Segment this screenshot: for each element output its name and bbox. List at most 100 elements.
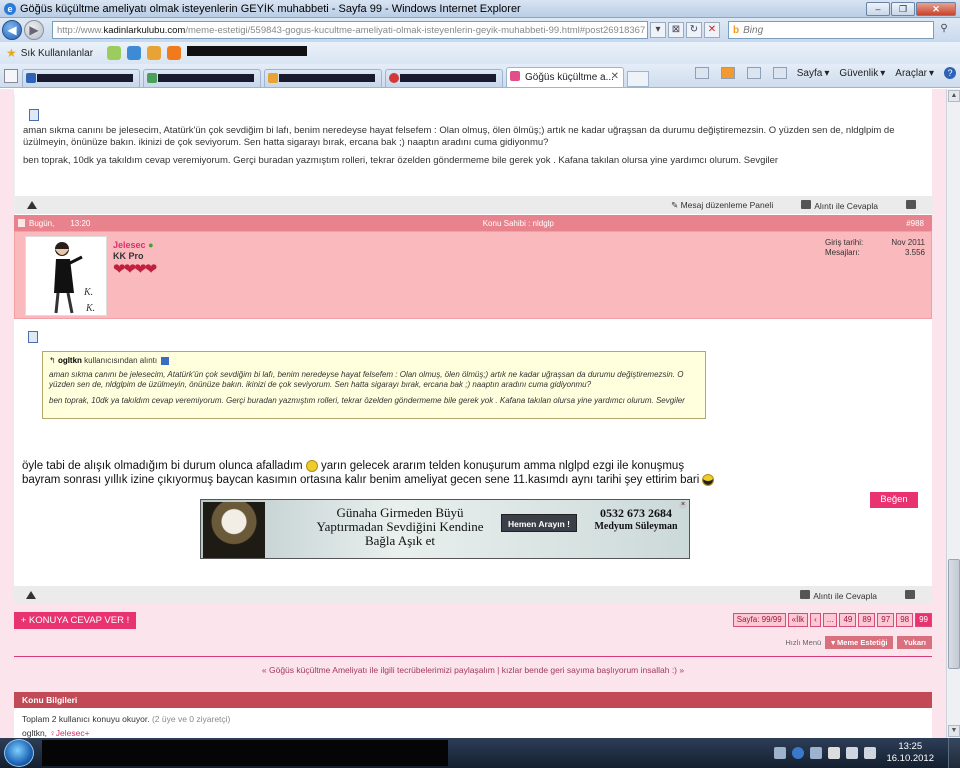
redacted-favorite[interactable] xyxy=(187,46,308,56)
post-time: 13:20 xyxy=(70,218,91,228)
network-icon[interactable] xyxy=(846,747,859,759)
quote-author[interactable]: ogltkn xyxy=(58,356,82,365)
refresh-icon[interactable]: ↻ xyxy=(686,22,702,38)
ad-phone: 0532 673 2684 xyxy=(600,506,672,520)
username[interactable]: Jelesec ● xyxy=(113,240,154,250)
post-message: öyle tabi de alışık olmadığım bi durum o… xyxy=(22,459,922,487)
pager-item[interactable]: ‹ xyxy=(810,613,821,627)
reader-user-1[interactable]: ogltkn, xyxy=(22,728,47,738)
message-line-2: bayram sonrası yıllık izine çıkıyormuş b… xyxy=(22,474,703,486)
flag-icon[interactable] xyxy=(828,747,841,759)
maximize-button[interactable]: ❐ xyxy=(891,1,915,16)
tab-active[interactable]: Göğüs küçültme a... ✕ xyxy=(506,67,624,87)
tray-icon-1[interactable] xyxy=(774,747,787,759)
volume-icon[interactable] xyxy=(864,747,877,759)
avatar[interactable]: K. K. xyxy=(25,236,107,316)
ad-call-button[interactable]: Hemen Arayın ! xyxy=(501,514,577,532)
minimize-button[interactable]: – xyxy=(866,1,890,16)
close-tab-icon[interactable]: ✕ xyxy=(611,71,619,82)
multi-quote-icon[interactable] xyxy=(906,199,919,211)
svg-text:K.: K. xyxy=(83,287,93,298)
pager-item[interactable]: 89 xyxy=(858,613,876,627)
vertical-scrollbar[interactable]: ▲ ▼ xyxy=(946,89,960,738)
print-icon[interactable] xyxy=(772,67,787,79)
message-line-1a: öyle tabi de alışık olmadığım bi durum o… xyxy=(22,460,306,472)
tray-icon-3[interactable] xyxy=(810,747,823,759)
scroll-down-icon[interactable]: ▼ xyxy=(948,725,960,737)
compat-view-icon[interactable]: ⊠ xyxy=(668,22,684,38)
tab-redacted-2[interactable] xyxy=(143,69,261,87)
help-tray-icon[interactable] xyxy=(792,747,805,759)
forward-button[interactable]: ▶ xyxy=(24,20,44,40)
scroll-up-icon[interactable]: ▲ xyxy=(948,90,960,102)
blogger-icon[interactable] xyxy=(167,46,182,60)
favorites-label[interactable]: Sık Kullanılanlar xyxy=(21,48,93,59)
add-favorite-icon[interactable] xyxy=(107,46,122,60)
post-previous-text-1: aman sıkma canını be jelesecim, Atatürk'… xyxy=(23,125,895,148)
edit-panel-link[interactable]: ✎ Mesaj düzenleme Paneli xyxy=(671,200,787,211)
like-button[interactable]: Beğen xyxy=(870,492,918,508)
help-icon[interactable]: ? xyxy=(944,67,956,79)
post-number[interactable]: #988 xyxy=(906,219,924,228)
pager-item[interactable]: 99 xyxy=(915,613,932,627)
quick-nav: Hızlı Menü ▾ Meme Estetiği Yukarı xyxy=(785,636,932,649)
quote-reply-link[interactable]: Alıntı ile Cevapla xyxy=(801,199,892,211)
stop-icon[interactable]: ✕ xyxy=(704,22,720,38)
post-current-footer: Alıntı ile Cevapla xyxy=(14,586,932,604)
mail-icon[interactable] xyxy=(746,67,761,79)
quote-icon xyxy=(800,589,811,599)
quick-tabs-icon[interactable] xyxy=(4,69,18,83)
ad-close-icon[interactable]: × xyxy=(679,501,687,509)
pager-item[interactable]: Sayfa: 99/99 xyxy=(732,613,786,627)
report-icon[interactable] xyxy=(27,201,37,209)
ad-banner[interactable]: Günaha Girmeden Büyü Yaptırmadan Sevdiği… xyxy=(200,499,690,559)
scroll-thumb[interactable] xyxy=(948,559,960,669)
quick-nav-forum[interactable]: ▾ Meme Estetiği xyxy=(825,636,894,649)
tab-redacted-1[interactable] xyxy=(22,69,140,87)
pager-item[interactable]: 49 xyxy=(839,613,857,627)
pager-item[interactable]: «İlk xyxy=(787,613,809,627)
tab-bar: Göğüs küçültme a... ✕ Sayfa ▾ Güvenlik ▾ Ar… xyxy=(0,64,960,88)
confused-smiley-icon xyxy=(305,459,318,472)
report-icon[interactable] xyxy=(26,591,36,599)
close-button[interactable]: ✕ xyxy=(916,1,956,16)
cool-smiley-icon xyxy=(702,473,715,486)
bing-icon: b xyxy=(733,24,740,36)
address-field[interactable]: http://www. kadinlarkulubu.com/meme-estet… xyxy=(52,21,648,39)
readers-count: Toplam 2 kullanıcı konuyu okuyor. xyxy=(22,714,150,724)
quick-nav-top[interactable]: Yukarı xyxy=(897,636,932,649)
show-desktop-button[interactable] xyxy=(948,738,960,768)
menu-araclar[interactable]: Araçlar xyxy=(895,68,927,79)
home-icon[interactable] xyxy=(694,67,709,79)
clock[interactable]: 13:25 16.10.2012 xyxy=(886,741,934,765)
search-field[interactable]: b Bing xyxy=(728,21,934,39)
search-icon[interactable]: ⚲ xyxy=(936,22,952,38)
quote-reply-link[interactable]: Alıntı ile Cevapla xyxy=(800,589,891,601)
next-thread-link[interactable]: kızlar bende geri sayıma başlıyorum insa… xyxy=(502,665,684,675)
pager-item[interactable]: 98 xyxy=(896,613,914,627)
feeds-icon[interactable] xyxy=(720,67,735,79)
favorites-star-icon[interactable]: ★ xyxy=(6,46,17,60)
msn-icon[interactable] xyxy=(147,46,162,60)
tab-redacted-3[interactable] xyxy=(264,69,382,87)
menu-sayfa[interactable]: Sayfa xyxy=(797,68,823,79)
quote-text-2: ben toprak, 10dk ya takıldım cevap verem… xyxy=(49,396,685,405)
join-date-label: Giriş tarihi: xyxy=(825,238,864,247)
address-path: /meme-estetigi/559843-gogus-kucultme-ame… xyxy=(185,24,646,36)
pager-item[interactable]: 97 xyxy=(877,613,895,627)
start-button[interactable] xyxy=(4,739,34,767)
tab-redacted-4[interactable] xyxy=(385,69,503,87)
prev-thread-link[interactable]: « Göğüs küçültme Ameliyatı ile ilgili te… xyxy=(262,665,495,675)
back-button[interactable]: ◀ xyxy=(2,20,22,40)
menu-guvenlik[interactable]: Güvenlik xyxy=(839,68,878,79)
reader-user-2[interactable]: ♀Jelesec+ xyxy=(49,728,89,738)
window-titlebar: e Göğüs küçültme ameliyatı olmak isteyen… xyxy=(0,0,960,18)
pager-item[interactable]: ... xyxy=(822,613,838,627)
dropdown-icon[interactable]: ▾ xyxy=(650,22,666,38)
view-post-icon[interactable] xyxy=(161,356,170,365)
suggested-sites-icon[interactable] xyxy=(127,46,142,60)
clock-time: 13:25 xyxy=(898,741,923,752)
reply-thread-button[interactable]: + KONUYA CEVAP VER ! xyxy=(14,612,136,629)
multi-quote-icon[interactable] xyxy=(905,589,918,601)
new-tab-button[interactable] xyxy=(627,71,649,87)
